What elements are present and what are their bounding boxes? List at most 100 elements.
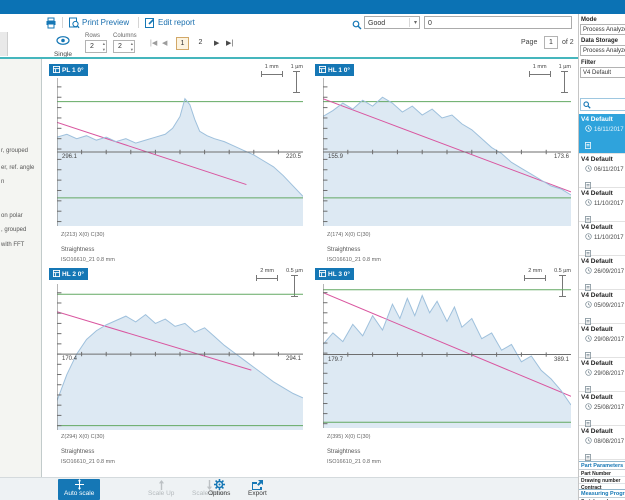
clock-icon — [585, 403, 592, 412]
export-button[interactable]: Export — [248, 479, 267, 500]
clock-icon — [585, 233, 592, 242]
template-list-item[interactable]: on polar — [1, 213, 23, 219]
template-list-item[interactable]: er, ref. angle — [1, 165, 34, 171]
last-page-button[interactable]: ▶| — [226, 39, 233, 47]
measuring-table: Measuring ProgramSerial numberMachineOrd… — [579, 489, 625, 500]
data-storage-value: Process Analyze — [583, 48, 625, 54]
quality-filter-value: Good — [368, 20, 385, 27]
chart-panel[interactable]: HL 2 0° 2 mm 0.5 µm 170.4 294.1 Z(294) X… — [46, 266, 309, 476]
table-row: Drawing number — [579, 477, 625, 484]
plot-area — [57, 78, 303, 226]
plot-area — [323, 78, 571, 226]
report-canvas: r, grouped er, ref. angle n on polar , group… — [0, 57, 578, 477]
page-button-1[interactable]: 1 — [176, 37, 189, 50]
measurement-list-item[interactable]: V4 Default 26/09/2017 — [579, 256, 625, 290]
first-page-button[interactable]: |◀ — [150, 39, 157, 47]
panel-tab[interactable]: PL 1 0° — [49, 64, 88, 76]
horizontal-scale-label: 2 mm — [260, 268, 274, 274]
view-toolbar: Single Rows 2 ▴▾ Columns 2 ▴▾ |◀ ◀ 12 ▶ … — [0, 31, 578, 57]
axis-left-value: 296.1 — [62, 154, 77, 160]
stepper-arrows-icon[interactable]: ▴▾ — [103, 41, 105, 52]
export-icon — [248, 479, 267, 490]
measurement-name: V4 Default — [581, 224, 625, 231]
measurement-list-item[interactable]: V4 Default 11/10/2017 — [579, 188, 625, 222]
table-header: Measuring Program — [579, 490, 625, 498]
application-window: Print Preview Edit report Good ▾ 0 Singl… — [0, 0, 625, 500]
panel-title: PL 1 0° — [62, 67, 84, 74]
columns-stepper[interactable]: 2 ▴▾ — [113, 40, 135, 53]
scale-up-button[interactable]: Scale Up — [148, 479, 174, 500]
template-list-item[interactable]: r, grouped — [1, 148, 28, 154]
chart-panel[interactable]: HL 3 0° 2 mm 0.5 µm 179.7 389.1 Z(395) X… — [312, 266, 577, 476]
panel-position-info: Z(395) X(0) C(30) — [327, 434, 370, 440]
arrow-up-icon — [148, 479, 174, 490]
filter-dropdown[interactable]: V4 Default — [580, 67, 625, 78]
scale-up-label: Scale Up — [148, 490, 174, 497]
chart-panel[interactable]: PL 1 0° 1 mm 1 µm 296.1 220.5 Z(213) X(0… — [46, 62, 309, 264]
panel-parameter-name: Straightness — [327, 247, 360, 253]
panel-tab[interactable]: HL 2 0° — [49, 268, 88, 280]
horizontal-scale-label: 1 mm — [533, 64, 547, 70]
measurement-date: 25/08/2017 — [585, 403, 625, 412]
data-storage-dropdown[interactable]: Process Analyze — [580, 45, 625, 56]
previous-page-button[interactable]: ◀ — [162, 39, 167, 47]
measurement-date: 29/08/2017 — [585, 369, 625, 378]
chevron-down-icon: ▾ — [414, 19, 417, 26]
page-number-box[interactable]: 1 — [544, 36, 558, 49]
document-icon — [585, 136, 625, 143]
panel-filter-info: ISO16610_21 0.8 mm — [61, 459, 115, 465]
stepper-arrows-icon[interactable]: ▴▾ — [131, 41, 133, 52]
measurement-list-item[interactable]: V4 Default 29/08/2017 — [579, 324, 625, 358]
quality-filter-dropdown[interactable]: Good ▾ — [364, 16, 420, 29]
print-preview-button[interactable]: Print Preview — [82, 18, 129, 27]
panel-filter-info: ISO16610_21 0.8 mm — [327, 257, 381, 263]
auto-scale-icon — [64, 479, 94, 490]
panel-tab[interactable]: HL 1 0° — [315, 64, 354, 76]
next-page-button[interactable]: ▶ — [214, 39, 219, 47]
auto-scale-button[interactable]: Auto scale — [58, 479, 100, 500]
mode-dropdown[interactable]: Process Analyze — [580, 24, 625, 35]
measurement-list-item[interactable]: V4 Default 08/08/2017 — [579, 426, 625, 460]
page-label: Page — [521, 39, 537, 46]
rows-stepper[interactable]: 2 ▴▾ — [85, 40, 107, 53]
vertical-scale-label: 0.5 µm — [554, 268, 571, 274]
measurement-list-item[interactable]: V4 Default 25/08/2017 — [579, 392, 625, 426]
count-value: 0 — [428, 20, 432, 27]
count-input[interactable]: 0 — [424, 16, 572, 29]
measurement-search-input[interactable] — [580, 98, 625, 111]
measurement-name: V4 Default — [581, 258, 625, 265]
panel-position-info: Z(174) X(0) C(30) — [327, 232, 370, 238]
search-icon — [583, 96, 591, 114]
measurement-list-item[interactable]: V4 Default 29/08/2017 — [579, 358, 625, 392]
measurement-list-item[interactable]: V4 Default 05/09/2017 — [579, 290, 625, 324]
template-list-item[interactable]: , grouped — [1, 227, 26, 233]
edit-report-button[interactable]: Edit report — [158, 18, 195, 27]
single-view-button[interactable]: Single — [46, 32, 80, 56]
horizontal-scale-bar — [261, 71, 283, 77]
clipped-toolbar-button — [0, 32, 8, 56]
clock-icon — [585, 267, 592, 276]
measurement-list-item[interactable]: V4 Default 11/10/2017 — [579, 222, 625, 256]
measurement-name: V4 Default — [581, 360, 625, 367]
panel-title: HL 2 0° — [62, 271, 84, 278]
options-label: Options — [208, 490, 230, 497]
template-list-item[interactable]: with FFT — [1, 242, 24, 248]
measurement-name: V4 Default — [581, 156, 625, 163]
columns-label: Columns — [113, 33, 137, 39]
page-button-2[interactable]: 2 — [194, 37, 207, 50]
measurement-date: 16/11/2017 — [585, 125, 625, 134]
panel-tab[interactable]: HL 3 0° — [315, 268, 354, 280]
export-label: Export — [248, 490, 267, 497]
panel-filter-info: ISO16610_21 0.8 mm — [61, 257, 115, 263]
grid-icon — [319, 270, 326, 279]
chart-panel[interactable]: HL 1 0° 1 mm 1 µm 155.9 173.6 Z(174) X(0… — [312, 62, 577, 264]
options-button[interactable]: Options — [208, 479, 230, 500]
measurement-list-item[interactable]: V4 Default 16/11/2017 — [579, 114, 625, 154]
template-list-sidebar[interactable]: r, grouped er, ref. angle n on polar , group… — [0, 59, 42, 479]
measurement-list-item[interactable]: V4 Default 06/11/2017 — [579, 154, 625, 188]
panel-position-info: Z(294) X(0) C(30) — [61, 434, 104, 440]
panel-position-info: Z(213) X(0) C(30) — [61, 232, 104, 238]
template-list-item[interactable]: n — [1, 179, 4, 185]
axis-right-value: 389.1 — [554, 357, 569, 363]
panel-parameter-name: Straightness — [61, 449, 94, 455]
